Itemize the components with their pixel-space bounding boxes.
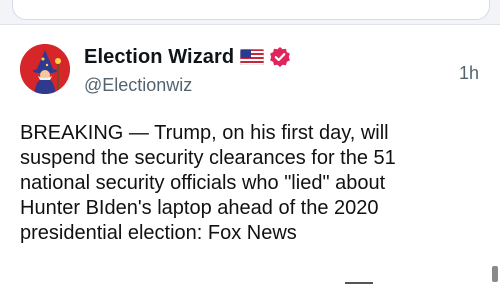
scrollbar-thumb[interactable] [492, 266, 498, 282]
wizard-avatar-icon [20, 44, 70, 94]
display-name[interactable]: Election Wizard [84, 46, 234, 69]
handle[interactable]: @Electionwiz [84, 75, 192, 96]
timestamp[interactable]: 1h [459, 63, 479, 84]
post-text: BREAKING — Trump, on his first day, will… [20, 122, 396, 244]
next-content-fragment [345, 282, 373, 284]
previous-card-bottom[interactable] [12, 0, 490, 20]
name-row: Election Wizard [84, 42, 291, 72]
avatar[interactable] [20, 44, 70, 94]
us-flag-icon [239, 48, 265, 66]
verified-badge-icon [269, 46, 291, 68]
divider [0, 24, 500, 25]
